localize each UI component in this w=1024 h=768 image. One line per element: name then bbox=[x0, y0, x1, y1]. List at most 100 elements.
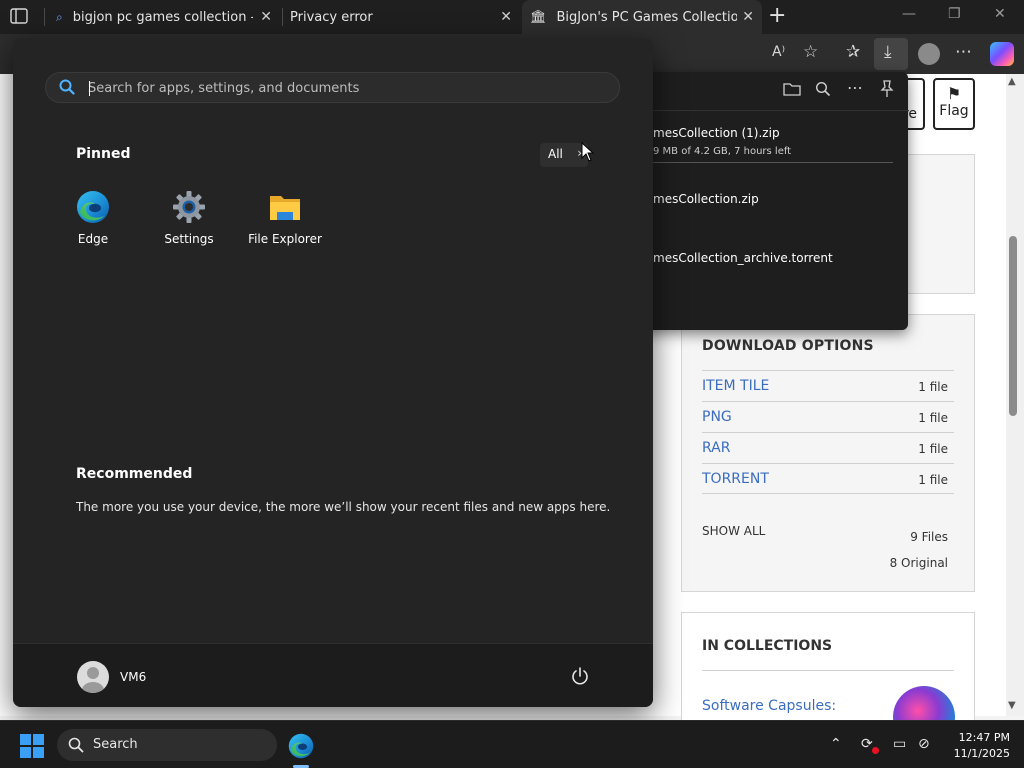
app-label: Settings bbox=[164, 232, 214, 246]
avatar[interactable] bbox=[77, 661, 109, 693]
download-option-row[interactable]: TORRENT 1 file bbox=[702, 463, 954, 494]
download-format-link[interactable]: TORRENT bbox=[702, 471, 769, 487]
download-options-title: DOWNLOAD OPTIONS bbox=[702, 338, 874, 354]
close-tab-icon[interactable]: ✕ bbox=[500, 9, 512, 25]
in-collections-title: IN COLLECTIONS bbox=[702, 638, 833, 654]
flag-label: Flag bbox=[939, 103, 969, 119]
start-footer: VM6 bbox=[13, 643, 653, 707]
download-option-row[interactable]: PNG 1 file bbox=[702, 401, 954, 432]
tab-title: BigJon's PC Games Collection : Bi bbox=[556, 9, 737, 25]
taskbar: Search ⌃ ⟳ ▭ ⊘ 12:47 PM 11/1/2025 bbox=[0, 720, 1024, 768]
divider bbox=[615, 110, 908, 111]
network-off-icon[interactable]: ⊘ bbox=[918, 736, 930, 752]
taskbar-search-label: Search bbox=[93, 737, 138, 752]
profile-icon[interactable] bbox=[918, 43, 940, 65]
download-progress-track bbox=[653, 162, 893, 163]
pin-icon[interactable] bbox=[879, 80, 895, 102]
favorite-star-icon[interactable]: ☆ bbox=[803, 42, 818, 62]
download-item-name[interactable]: mesCollection_archive.torrent bbox=[653, 251, 833, 265]
sync-icon[interactable]: ⟳ bbox=[861, 736, 873, 752]
user-icon bbox=[82, 667, 104, 693]
tab-privacy-error[interactable]: Privacy error ✕ bbox=[282, 0, 520, 34]
taskbar-search[interactable]: Search bbox=[57, 729, 277, 761]
tab-title: Privacy error bbox=[290, 9, 373, 25]
tab-separator bbox=[44, 8, 45, 26]
pinned-app-edge[interactable]: Edge bbox=[45, 190, 141, 260]
file-count: 1 file bbox=[918, 442, 948, 456]
restore-button[interactable]: ❐ bbox=[948, 6, 961, 22]
download-item-name[interactable]: mesCollection.zip bbox=[653, 192, 759, 206]
start-menu: Pinned All › Edge bbox=[13, 38, 653, 707]
download-options-panel: DOWNLOAD OPTIONS ITEM TILE 1 file PNG 1 … bbox=[681, 314, 975, 592]
flag-icon: ⚑ bbox=[946, 84, 962, 103]
settings-gear-icon bbox=[173, 191, 205, 223]
pinned-app-settings[interactable]: Settings bbox=[141, 190, 237, 260]
collection-link[interactable]: Software Capsules: bbox=[702, 698, 836, 714]
recommended-message: The more you use your device, the more w… bbox=[76, 500, 611, 514]
in-collections-panel: IN COLLECTIONS Software Capsules: bbox=[681, 612, 975, 748]
user-name[interactable]: VM6 bbox=[120, 670, 146, 684]
divider bbox=[702, 670, 954, 671]
power-icon[interactable] bbox=[570, 666, 590, 686]
scroll-up-arrow-icon[interactable]: ▲ bbox=[1008, 76, 1016, 87]
clock-time: 12:47 PM bbox=[958, 731, 1010, 744]
mouse-cursor-icon bbox=[581, 142, 595, 162]
file-count: 1 file bbox=[918, 473, 948, 487]
show-all-link[interactable]: SHOW ALL bbox=[702, 524, 765, 538]
download-format-link[interactable]: PNG bbox=[702, 409, 732, 425]
archive-icon: 🏛 bbox=[530, 9, 547, 25]
edge-icon bbox=[77, 191, 109, 223]
search-icon bbox=[59, 79, 75, 95]
pinned-app-file-explorer[interactable]: File Explorer bbox=[237, 190, 333, 260]
text-caret bbox=[89, 81, 90, 96]
new-tab-button[interactable]: + bbox=[768, 5, 786, 27]
download-format-link[interactable]: RAR bbox=[702, 440, 730, 456]
start-search-box[interactable] bbox=[45, 72, 620, 103]
scrollbar-thumb[interactable] bbox=[1009, 236, 1017, 416]
folder-icon[interactable] bbox=[783, 81, 801, 101]
download-item-name[interactable]: mesCollection (1).zip bbox=[653, 126, 780, 140]
start-search-input[interactable] bbox=[88, 77, 588, 99]
app-label: File Explorer bbox=[248, 232, 322, 246]
download-item-status: 9 MB of 4.2 GB, 7 hours left bbox=[653, 146, 792, 157]
recommended-heading: Recommended bbox=[76, 466, 193, 482]
download-icon: ⤓ bbox=[884, 42, 892, 62]
file-count: 1 file bbox=[918, 380, 948, 394]
more-icon[interactable]: ⋯ bbox=[847, 78, 863, 97]
download-option-row[interactable]: ITEM TILE 1 file bbox=[702, 370, 954, 401]
clock[interactable]: 12:47 PM 11/1/2025 bbox=[940, 730, 1010, 762]
favorites-icon[interactable]: ✰ bbox=[846, 42, 860, 62]
search-icon bbox=[68, 737, 84, 753]
scroll-down-arrow-icon[interactable]: ▼ bbox=[1008, 700, 1016, 711]
tab-search[interactable]: ⌕ bigjon pc games collection - Sear ✕ bbox=[48, 0, 280, 34]
clock-date: 11/1/2025 bbox=[953, 747, 1010, 760]
close-tab-icon[interactable]: ✕ bbox=[742, 9, 754, 25]
all-apps-label: All bbox=[548, 147, 563, 161]
display-icon[interactable]: ▭ bbox=[893, 736, 906, 752]
windows-start-icon[interactable] bbox=[20, 734, 44, 758]
alert-dot bbox=[872, 747, 879, 754]
files-original: 8 Original bbox=[889, 556, 948, 570]
files-total: 9 Files bbox=[910, 530, 948, 544]
close-window-button[interactable]: ✕ bbox=[994, 6, 1006, 22]
flag-button[interactable]: ⚑ Flag bbox=[933, 78, 975, 130]
more-icon[interactable]: ⋯ bbox=[955, 42, 972, 62]
chevron-up-icon[interactable]: ⌃ bbox=[830, 736, 842, 752]
tab-bigjon-collection[interactable]: 🏛 BigJon's PC Games Collection : Bi ✕ bbox=[522, 0, 762, 34]
tab-title: bigjon pc games collection - Sear bbox=[72, 9, 253, 25]
search-icon: ⌕ bbox=[56, 9, 63, 24]
search-icon[interactable] bbox=[815, 81, 831, 101]
pinned-heading: Pinned bbox=[76, 146, 131, 162]
tab-actions-icon[interactable] bbox=[10, 8, 28, 24]
edge-icon[interactable] bbox=[288, 733, 314, 759]
read-aloud-icon[interactable]: A⁾ bbox=[772, 44, 785, 60]
download-option-row[interactable]: RAR 1 file bbox=[702, 432, 954, 463]
app-label: Edge bbox=[77, 232, 109, 246]
downloads-flyout: ⋯ mesCollection (1).zip 9 MB of 4.2 GB, … bbox=[615, 72, 908, 330]
minimize-button[interactable]: — bbox=[902, 6, 916, 22]
copilot-icon[interactable] bbox=[990, 42, 1014, 66]
download-format-link[interactable]: ITEM TILE bbox=[702, 378, 769, 394]
file-count: 1 file bbox=[918, 411, 948, 425]
tab-strip: ⌕ bigjon pc games collection - Sear ✕ Pr… bbox=[0, 0, 1024, 34]
close-tab-icon[interactable]: ✕ bbox=[260, 9, 272, 25]
